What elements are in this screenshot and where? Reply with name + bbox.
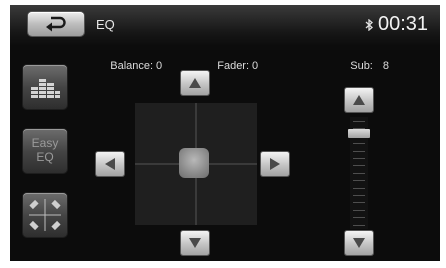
balance-label: Balance: xyxy=(110,60,154,72)
sub-value: 8 xyxy=(382,60,389,72)
sub-level-tick xyxy=(353,202,365,204)
arrow-left-icon xyxy=(105,158,115,170)
arrow-up-icon xyxy=(189,78,201,88)
equalizer-preset-button[interactable] xyxy=(23,65,67,109)
balance-right-button[interactable] xyxy=(261,152,289,176)
speaker-balance-icon xyxy=(29,199,61,231)
equalizer-bars-icon xyxy=(31,79,60,98)
fader-value: 0 xyxy=(252,60,259,72)
sub-level-tick xyxy=(353,195,365,196)
page-title: EQ xyxy=(96,17,115,32)
clock: 00:31 xyxy=(378,13,429,35)
arrow-down-icon xyxy=(353,238,365,248)
sub-level-tick xyxy=(353,143,365,145)
fader-label: Fader: xyxy=(217,60,250,72)
easy-eq-label-line1: Easy xyxy=(31,136,59,150)
sub-level-tick xyxy=(353,172,365,174)
arrow-right-icon xyxy=(270,158,280,170)
balance-value: 0 xyxy=(156,60,163,72)
sub-level-tick xyxy=(353,158,365,159)
sub-level-tick xyxy=(353,180,365,182)
sub-readout: Sub: 8 xyxy=(338,48,389,84)
header-bar: EQ 00:31 xyxy=(10,5,440,45)
sub-level-tick xyxy=(353,121,365,122)
sub-down-button[interactable] xyxy=(345,231,373,255)
fader-rear-button[interactable] xyxy=(181,231,209,255)
arrow-down-icon xyxy=(189,238,201,248)
sub-level-tick xyxy=(353,187,365,189)
arrow-up-icon xyxy=(353,95,365,105)
balance-fader-button[interactable] xyxy=(23,193,67,237)
sub-level-handle[interactable] xyxy=(348,129,370,138)
fader-readout: Fader: 0 xyxy=(205,48,258,84)
easy-eq-label-line2: EQ xyxy=(36,150,54,164)
balance-readout: Balance: 0 xyxy=(98,48,162,84)
sub-label: Sub: xyxy=(350,60,373,72)
eq-screen: EQ 00:31 Balance: 0 Fader: 0 Sub: 8 Easy EQ xyxy=(10,5,440,261)
sub-up-button[interactable] xyxy=(345,88,373,112)
back-button[interactable] xyxy=(28,12,84,36)
sub-level-tick xyxy=(353,209,365,211)
sub-level-tick xyxy=(353,224,365,226)
sub-level-tick xyxy=(353,165,365,167)
balance-fader-position-knob[interactable] xyxy=(179,148,209,178)
easy-eq-button[interactable]: Easy EQ xyxy=(23,129,67,173)
sub-level-tick xyxy=(353,217,365,219)
sub-level-tick xyxy=(353,150,365,152)
back-arrow-icon xyxy=(46,16,66,32)
bluetooth-icon xyxy=(365,19,373,31)
fader-front-button[interactable] xyxy=(181,71,209,95)
balance-left-button[interactable] xyxy=(96,152,124,176)
